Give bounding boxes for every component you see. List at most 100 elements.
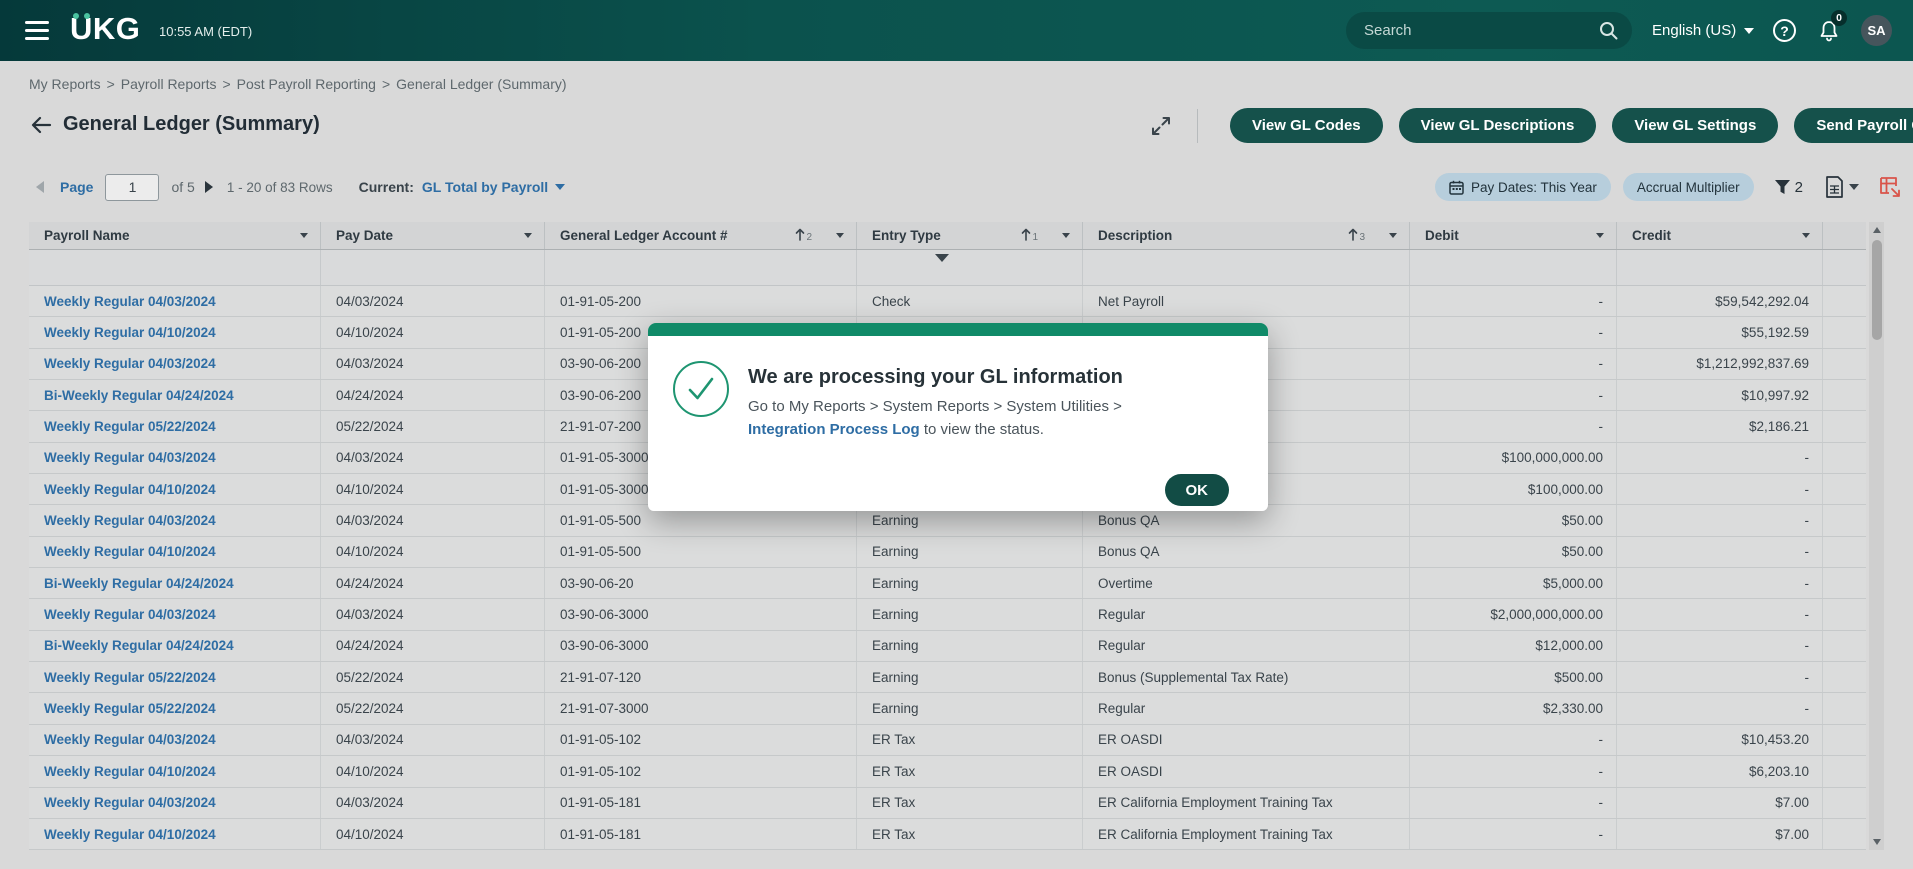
- cell-payroll-name[interactable]: Weekly Regular 04/10/2024: [29, 819, 321, 849]
- cell-entry-type: Earning: [857, 599, 1083, 629]
- cell-payroll-name[interactable]: Weekly Regular 04/03/2024: [29, 349, 321, 379]
- column-menu-icon[interactable]: [1389, 233, 1397, 238]
- logo-dot: [73, 13, 79, 19]
- column-menu-icon[interactable]: [1062, 233, 1070, 238]
- breadcrumb-item[interactable]: Payroll Reports: [121, 76, 217, 92]
- cell-credit: -: [1617, 599, 1823, 629]
- cell-spacer: [1823, 505, 1866, 535]
- column-header-entry-type[interactable]: Entry Type1: [857, 222, 1083, 249]
- column-header-general-ledger-account-[interactable]: General Ledger Account #2: [545, 222, 857, 249]
- filter-applied-icon[interactable]: [935, 262, 963, 280]
- cell-description: ER California Employment Training Tax: [1083, 819, 1410, 849]
- column-menu-icon[interactable]: [1596, 233, 1604, 238]
- cell-payroll-name[interactable]: Weekly Regular 04/10/2024: [29, 474, 321, 504]
- next-page-icon[interactable]: [205, 181, 213, 193]
- cell-pay-date: 04/10/2024: [321, 756, 545, 786]
- cell-payroll-name[interactable]: Weekly Regular 05/22/2024: [29, 693, 321, 723]
- filter-cell[interactable]: [545, 250, 857, 285]
- cell-payroll-name[interactable]: Weekly Regular 04/10/2024: [29, 317, 321, 347]
- cell-description: Regular: [1083, 693, 1410, 723]
- cell-pay-date: 04/03/2024: [321, 505, 545, 535]
- search-box[interactable]: [1346, 12, 1632, 49]
- cell-spacer: [1823, 443, 1866, 473]
- column-header-description[interactable]: Description3: [1083, 222, 1410, 249]
- pagination-bar: Page of 5 1 - 20 of 83 Rows Current: GL …: [36, 172, 565, 202]
- cell-payroll-name[interactable]: Bi-Weekly Regular 04/24/2024: [29, 631, 321, 661]
- view-gl-descriptions-button[interactable]: View GL Descriptions: [1399, 108, 1597, 143]
- ok-button[interactable]: OK: [1165, 474, 1230, 506]
- search-icon[interactable]: [1599, 21, 1618, 40]
- filter-cell[interactable]: [1083, 250, 1410, 285]
- filter-cell[interactable]: [1617, 250, 1823, 285]
- clock-time: 10:55 AM (EDT): [159, 24, 252, 39]
- search-input[interactable]: [1364, 22, 1599, 39]
- view-gl-codes-button[interactable]: View GL Codes: [1230, 108, 1383, 143]
- chip-label: Accrual Multiplier: [1637, 180, 1740, 195]
- ukg-logo[interactable]: UKG: [70, 11, 140, 47]
- table-export-icon[interactable]: [1879, 176, 1901, 198]
- vertical-scrollbar[interactable]: [1869, 222, 1884, 850]
- success-check-icon: [673, 361, 729, 417]
- chip-accrual-multiplier[interactable]: Accrual Multiplier: [1623, 173, 1754, 201]
- filter-cell[interactable]: [1410, 250, 1617, 285]
- scroll-up-icon[interactable]: [1869, 222, 1884, 238]
- integration-process-log-link[interactable]: Integration Process Log: [748, 421, 920, 438]
- column-header-debit[interactable]: Debit: [1410, 222, 1617, 249]
- cell-payroll-name[interactable]: Weekly Regular 05/22/2024: [29, 411, 321, 441]
- cell-payroll-name[interactable]: Weekly Regular 04/03/2024: [29, 725, 321, 755]
- filter-button[interactable]: 2: [1774, 179, 1803, 196]
- cell-payroll-name[interactable]: Weekly Regular 04/03/2024: [29, 505, 321, 535]
- hamburger-menu-icon[interactable]: [25, 21, 49, 40]
- send-payroll-gl-button[interactable]: Send Payroll GL: [1794, 108, 1913, 143]
- scroll-down-icon[interactable]: [1869, 834, 1884, 850]
- filter-cell[interactable]: [321, 250, 545, 285]
- fullscreen-icon[interactable]: [1147, 112, 1175, 140]
- view-gl-settings-button[interactable]: View GL Settings: [1612, 108, 1778, 143]
- cell-debit: $50.00: [1410, 537, 1617, 567]
- breadcrumb-item[interactable]: My Reports: [29, 76, 101, 92]
- column-menu-icon[interactable]: [836, 233, 844, 238]
- breadcrumb-item[interactable]: Post Payroll Reporting: [237, 76, 376, 92]
- help-icon[interactable]: ?: [1773, 19, 1796, 42]
- page-label[interactable]: Page: [60, 179, 93, 195]
- breadcrumb-item: General Ledger (Summary): [396, 76, 566, 92]
- cell-credit: $6,203.10: [1617, 756, 1823, 786]
- cell-payroll-name[interactable]: Weekly Regular 04/03/2024: [29, 788, 321, 818]
- cell-payroll-name[interactable]: Weekly Regular 04/10/2024: [29, 537, 321, 567]
- sort-rank: 2: [806, 232, 812, 243]
- column-header-credit[interactable]: Credit: [1617, 222, 1823, 249]
- column-menu-icon[interactable]: [524, 233, 532, 238]
- cell-gl-account: 01-91-05-181: [545, 788, 857, 818]
- cell-gl-account: 01-91-05-102: [545, 756, 857, 786]
- prev-page-icon[interactable]: [36, 181, 44, 193]
- cell-spacer: [1823, 788, 1866, 818]
- language-selector[interactable]: English (US): [1652, 0, 1754, 61]
- cell-payroll-name[interactable]: Weekly Regular 05/22/2024: [29, 662, 321, 692]
- back-arrow-icon[interactable]: [29, 113, 53, 137]
- cell-pay-date: 04/10/2024: [321, 474, 545, 504]
- avatar[interactable]: SA: [1861, 15, 1892, 46]
- filter-cell[interactable]: [857, 250, 1083, 285]
- current-view-selector[interactable]: GL Total by Payroll: [422, 179, 565, 195]
- column-menu-icon[interactable]: [300, 233, 308, 238]
- cell-payroll-name[interactable]: Weekly Regular 04/03/2024: [29, 286, 321, 316]
- cell-debit: $100,000.00: [1410, 474, 1617, 504]
- column-menu-icon[interactable]: [1802, 233, 1810, 238]
- cell-payroll-name[interactable]: Weekly Regular 04/10/2024: [29, 756, 321, 786]
- gl-processing-dialog: We are processing your GL information Go…: [648, 323, 1268, 511]
- column-header-pay-date[interactable]: Pay Date: [321, 222, 545, 249]
- filter-cell[interactable]: [29, 250, 321, 285]
- cell-payroll-name[interactable]: Weekly Regular 04/03/2024: [29, 599, 321, 629]
- cell-payroll-name[interactable]: Weekly Regular 04/03/2024: [29, 443, 321, 473]
- scrollbar-thumb[interactable]: [1872, 240, 1882, 340]
- cell-payroll-name[interactable]: Bi-Weekly Regular 04/24/2024: [29, 380, 321, 410]
- page-number-input[interactable]: [105, 174, 159, 201]
- column-header-spacer: [1823, 222, 1866, 249]
- chip-pay-dates-this-year[interactable]: Pay Dates: This Year: [1435, 173, 1611, 201]
- cell-pay-date: 04/24/2024: [321, 380, 545, 410]
- cell-payroll-name[interactable]: Bi-Weekly Regular 04/24/2024: [29, 568, 321, 598]
- cell-spacer: [1823, 819, 1866, 849]
- column-header-payroll-name[interactable]: Payroll Name: [29, 222, 321, 249]
- export-button[interactable]: [1825, 176, 1859, 198]
- table-row: Weekly Regular 04/03/202404/03/202401-91…: [29, 788, 1866, 819]
